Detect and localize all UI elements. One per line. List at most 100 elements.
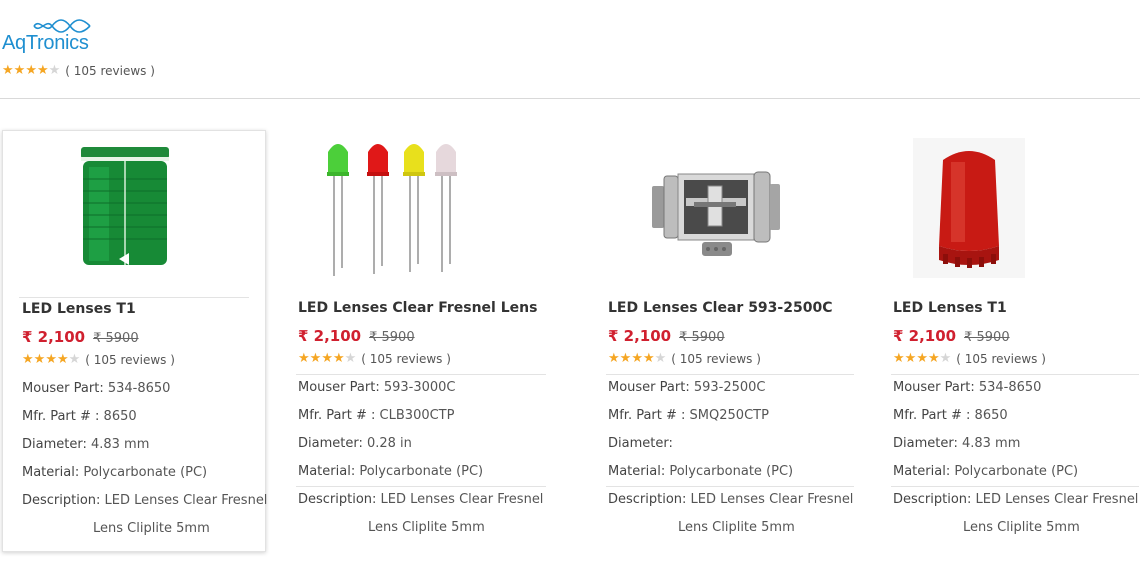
brand-name: AqTronics bbox=[2, 32, 89, 54]
description-continued: Lens Cliplite 5mm bbox=[678, 520, 795, 535]
original-price: ₹ 5900 bbox=[93, 331, 139, 346]
star-icon: ★ bbox=[25, 63, 37, 78]
star-icon: ★ bbox=[904, 351, 917, 366]
page-header: AqTronics ★ ★ ★ ★ ★ ( 105 reviews ) bbox=[0, 0, 1140, 99]
spec-diameter: Diameter: 4.83 mm bbox=[893, 436, 1020, 451]
star-icon: ★ bbox=[309, 351, 322, 366]
green-tower-light-image bbox=[81, 147, 169, 265]
star-icon: ★ bbox=[33, 352, 46, 367]
product-rating: ★ ★ ★ ★ ★ ( 105 reviews ) bbox=[893, 351, 1046, 367]
price-row: ₹ 2,100 ₹ 5900 bbox=[298, 327, 415, 345]
product-title[interactable]: LED Lenses T1 bbox=[22, 301, 136, 317]
star-empty-icon: ★ bbox=[48, 63, 61, 78]
rating-stars: ★ ★ ★ ★ ★ bbox=[2, 64, 60, 78]
product-card[interactable]: LED Lenses T1 ₹ 2,100 ₹ 5900 ★ ★ ★ ★ ★ ( 105… bbox=[2, 130, 267, 552]
metal-reel-lens-image bbox=[652, 171, 780, 256]
spec-description: Description: LED Lenses Clear Fresnel bbox=[893, 492, 1138, 507]
product-card[interactable]: LED Lenses Clear Fresnel Lens ₹ 2,100 ₹ … bbox=[296, 130, 546, 550]
description-continued: Lens Cliplite 5mm bbox=[368, 520, 485, 535]
spec-value: Polycarbonate (PC) bbox=[665, 464, 794, 479]
product-title[interactable]: LED Lenses Clear Fresnel Lens bbox=[298, 300, 537, 316]
star-icon: ★ bbox=[642, 351, 655, 366]
spec-label: Material: bbox=[298, 464, 356, 479]
product-title[interactable]: LED Lenses T1 bbox=[893, 300, 1007, 316]
spec-label: Description: bbox=[298, 492, 377, 507]
star-empty-icon: ★ bbox=[344, 351, 357, 366]
spec-mfr-part: Mfr. Part # : SMQ250CTP bbox=[608, 408, 769, 423]
current-price: ₹ 2,100 bbox=[22, 328, 86, 346]
spec-value: LED Lenses Clear Fresnel bbox=[100, 493, 268, 508]
product-card[interactable]: LED Lenses Clear 593-2500C ₹ 2,100 ₹ 590… bbox=[606, 130, 854, 550]
reviews-count[interactable]: ( 105 reviews ) bbox=[65, 64, 155, 78]
spec-label: Diameter: bbox=[893, 436, 958, 451]
spec-material: Material: Polycarbonate (PC) bbox=[298, 464, 483, 479]
original-price: ₹ 5900 bbox=[964, 330, 1010, 345]
spec-label: Material: bbox=[608, 464, 666, 479]
star-icon: ★ bbox=[298, 351, 310, 366]
product-image[interactable] bbox=[55, 139, 195, 279]
spec-label: Mouser Part: bbox=[22, 381, 104, 396]
spec-label: Mouser Part: bbox=[608, 380, 690, 395]
description-continued: Lens Cliplite 5mm bbox=[963, 520, 1080, 535]
price-row: ₹ 2,100 ₹ 5900 bbox=[608, 327, 725, 345]
current-price: ₹ 2,100 bbox=[608, 327, 672, 345]
spec-label: Diameter: bbox=[298, 436, 363, 451]
spec-label: Mouser Part: bbox=[893, 380, 975, 395]
spec-material: Material: Polycarbonate (PC) bbox=[22, 465, 207, 480]
star-empty-icon: ★ bbox=[939, 351, 952, 366]
brand-logo[interactable]: AqTronics bbox=[2, 18, 102, 58]
spec-description: Description: LED Lenses Clear Fresnel bbox=[608, 492, 853, 507]
star-icon: ★ bbox=[631, 351, 643, 366]
spec-label: Mfr. Part # : bbox=[22, 409, 100, 424]
spec-diameter: Diameter: bbox=[608, 436, 673, 451]
product-image[interactable] bbox=[913, 138, 1025, 278]
star-icon: ★ bbox=[45, 352, 57, 367]
star-empty-icon: ★ bbox=[654, 351, 667, 366]
reviews-count[interactable]: ( 105 reviews ) bbox=[361, 352, 451, 366]
star-icon: ★ bbox=[608, 351, 620, 366]
star-icon: ★ bbox=[619, 351, 632, 366]
spec-label: Mfr. Part # : bbox=[298, 408, 376, 423]
reviews-count[interactable]: ( 105 reviews ) bbox=[85, 353, 175, 367]
reviews-count[interactable]: ( 105 reviews ) bbox=[671, 352, 761, 366]
store-rating: ★ ★ ★ ★ ★ ( 105 reviews ) bbox=[2, 64, 155, 79]
spec-value: 8650 bbox=[970, 408, 1008, 423]
original-price: ₹ 5900 bbox=[369, 330, 415, 345]
spec-value: SMQ250CTP bbox=[685, 408, 769, 423]
spec-description: Description: LED Lenses Clear Fresnel bbox=[22, 493, 267, 508]
spec-mouser-part: Mouser Part: 534-8650 bbox=[22, 381, 170, 396]
spec-label: Mouser Part: bbox=[298, 380, 380, 395]
description-continued: Lens Cliplite 5mm bbox=[93, 521, 210, 536]
spec-label: Description: bbox=[893, 492, 972, 507]
product-image[interactable] bbox=[320, 138, 460, 278]
spec-label: Diameter: bbox=[608, 436, 673, 451]
star-icon: ★ bbox=[22, 352, 34, 367]
star-icon: ★ bbox=[2, 63, 14, 78]
color-leds-image bbox=[327, 144, 457, 276]
spec-value: CLB300CTP bbox=[375, 408, 455, 423]
spec-label: Description: bbox=[608, 492, 687, 507]
rating-stars: ★ ★ ★ ★ ★ bbox=[22, 353, 80, 367]
spec-value: Polycarbonate (PC) bbox=[950, 464, 1079, 479]
price-row: ₹ 2,100 ₹ 5900 bbox=[22, 328, 139, 346]
spec-value: 593-2500C bbox=[689, 380, 766, 395]
rating-stars: ★ ★ ★ ★ ★ bbox=[608, 352, 666, 366]
spec-description: Description: LED Lenses Clear Fresnel bbox=[298, 492, 543, 507]
spec-mouser-part: Mouser Part: 593-2500C bbox=[608, 380, 766, 395]
spec-value: LED Lenses Clear Fresnel bbox=[376, 492, 544, 507]
spec-label: Mfr. Part # : bbox=[608, 408, 686, 423]
product-title[interactable]: LED Lenses Clear 593-2500C bbox=[608, 300, 832, 316]
product-card[interactable]: LED Lenses T1 ₹ 2,100 ₹ 5900 ★ ★ ★ ★ ★ ( 105… bbox=[891, 130, 1139, 550]
spec-value: LED Lenses Clear Fresnel bbox=[971, 492, 1139, 507]
spec-value: Polycarbonate (PC) bbox=[79, 465, 208, 480]
spec-material: Material: Polycarbonate (PC) bbox=[608, 464, 793, 479]
spec-mouser-part: Mouser Part: 593-3000C bbox=[298, 380, 456, 395]
product-image[interactable] bbox=[646, 138, 786, 278]
reviews-count[interactable]: ( 105 reviews ) bbox=[956, 352, 1046, 366]
spec-label: Mfr. Part # : bbox=[893, 408, 971, 423]
product-rating: ★ ★ ★ ★ ★ ( 105 reviews ) bbox=[608, 352, 761, 367]
star-icon: ★ bbox=[13, 63, 26, 78]
spec-value: 4.83 mm bbox=[957, 436, 1021, 451]
spec-value: 593-3000C bbox=[379, 380, 456, 395]
product-rating: ★ ★ ★ ★ ★ ( 105 reviews ) bbox=[22, 353, 175, 368]
